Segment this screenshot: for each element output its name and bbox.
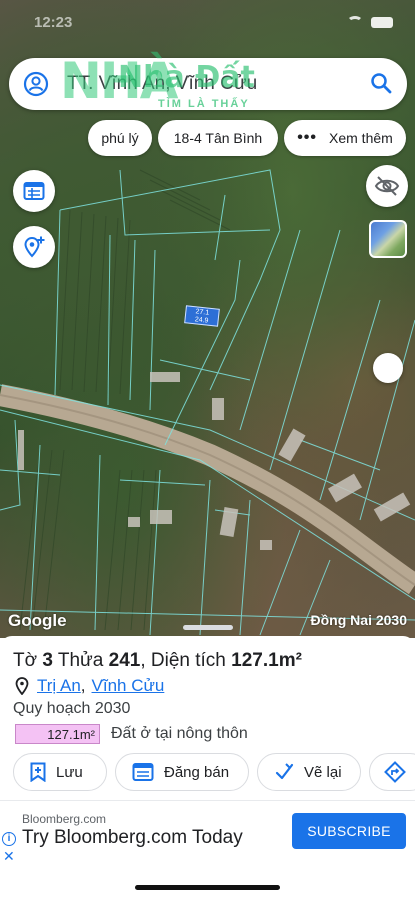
bookmark-plus-icon (30, 762, 46, 782)
eye-off-icon (374, 176, 400, 196)
chip-more[interactable]: ••• Xem thêm (284, 120, 406, 156)
layers-icon (23, 182, 45, 200)
zone-type: Đất ở tại nông thôn (111, 725, 248, 742)
building (328, 473, 362, 503)
sheet-number: 3 (42, 650, 53, 671)
chip-label: phú lý (101, 130, 139, 146)
profile-icon[interactable] (23, 71, 49, 97)
location-separator: , (80, 676, 86, 695)
building (278, 428, 306, 462)
plan-layer-caption: Đồng Nai 2030 (310, 612, 407, 628)
status-icons (333, 16, 393, 30)
area-badge: 127.1m² (15, 724, 100, 744)
ward-link[interactable]: Trị An (37, 676, 81, 696)
chip-label: Xem thêm (329, 130, 393, 146)
plot-number: 241 (108, 650, 141, 671)
home-indicator[interactable] (135, 885, 280, 890)
status-bar: 12:23 (0, 0, 415, 44)
location-pin-icon (15, 677, 29, 695)
area-value: 127.1m² (231, 650, 302, 671)
redraw-icon (275, 763, 294, 780)
redraw-label: Vẽ lại (304, 763, 342, 781)
search-icon[interactable] (369, 71, 393, 95)
location-row: Trị An , Vĩnh Cửu (15, 675, 164, 697)
directions-icon (384, 761, 406, 783)
location-dot-button[interactable] (373, 353, 403, 383)
save-button[interactable]: Lưu (13, 753, 107, 791)
ad-info-icon[interactable]: i (2, 832, 16, 846)
subscribe-button[interactable]: SUBSCRIBE (292, 813, 406, 849)
ad-close-icon[interactable]: ✕ (3, 848, 15, 865)
building (18, 430, 24, 470)
redraw-button[interactable]: Vẽ lại (257, 753, 361, 791)
plan-label: Quy hoạch 2030 (13, 700, 131, 717)
building (212, 398, 224, 420)
ad-headline[interactable]: Try Bloomberg.com Today (22, 827, 243, 849)
save-label: Lưu (56, 763, 83, 781)
sheet-drag-handle[interactable] (183, 625, 233, 630)
status-time: 12:23 (34, 14, 73, 31)
listing-icon (132, 763, 154, 781)
add-place-button[interactable] (13, 226, 55, 268)
parcel-title: Tờ 3 Thửa 241, Diện tích 127.1m² (13, 650, 302, 672)
add-location-icon (24, 236, 45, 258)
parcel-dimension-label[interactable]: 27.1 24.9 (184, 305, 220, 327)
wifi-icon (347, 16, 363, 28)
area-label: , Diện tích (140, 650, 226, 671)
battery-icon (371, 17, 393, 28)
chip-label: 18-4 Tân Bình (173, 130, 263, 146)
toggle-visibility-button[interactable] (366, 165, 408, 207)
layers-button[interactable] (13, 170, 55, 212)
more-dots-icon: ••• (297, 129, 317, 146)
building (260, 540, 272, 550)
building (150, 372, 180, 382)
chip-phu-ly[interactable]: phú lý (88, 120, 152, 156)
satellite-map[interactable]: 12:23 TT. Vĩnh An, Vĩnh Cửu NHÀ Nhà Đất … (0, 0, 415, 638)
search-bar[interactable]: TT. Vĩnh An, Vĩnh Cửu (9, 58, 407, 110)
district-link[interactable]: Vĩnh Cửu (92, 676, 165, 696)
building (128, 517, 140, 527)
google-logo: Google (8, 611, 67, 630)
directions-button[interactable] (369, 753, 415, 791)
map-type-thumbnail[interactable] (369, 220, 407, 258)
post-for-sale-button[interactable]: Đăng bán (115, 753, 249, 791)
title-prefix: Tờ (13, 650, 38, 671)
post-label: Đăng bán (164, 763, 230, 781)
chip-tan-binh[interactable]: 18-4 Tân Bình (158, 120, 278, 156)
plot-label: Thửa (57, 650, 104, 671)
building (373, 492, 411, 522)
building (150, 510, 172, 524)
ad-domain[interactable]: Bloomberg.com (22, 812, 106, 826)
search-query[interactable]: TT. Vĩnh An, Vĩnh Cửu (67, 73, 257, 95)
